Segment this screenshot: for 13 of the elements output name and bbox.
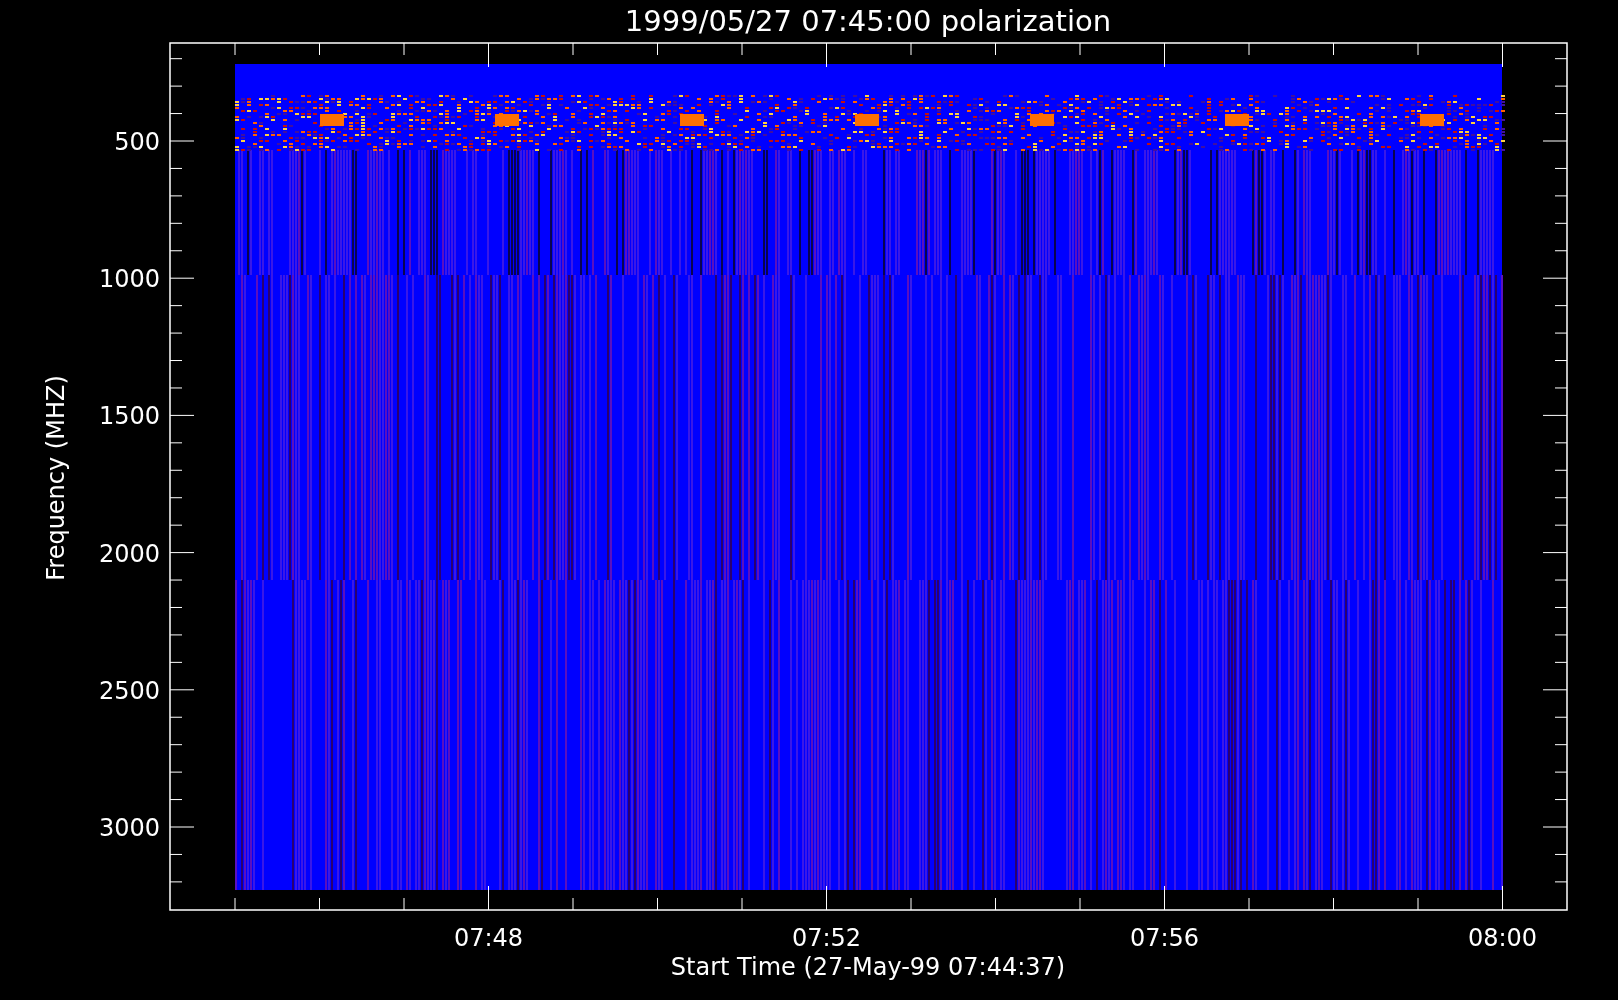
x-tick-label: 07:56 — [1129, 924, 1200, 952]
plot-title: 1999/05/27 07:45:00 polarization — [624, 4, 1112, 38]
x-axis-label: Start Time (27-May-99 07:44:37) — [670, 953, 1066, 981]
y-tick-label: 500 — [114, 128, 160, 156]
y-tick-label: 2500 — [98, 676, 160, 705]
y-tick-label: 1500 — [98, 402, 160, 431]
x-tick-label: 07:48 — [453, 924, 524, 952]
x-tick-label: 08:00 — [1467, 924, 1538, 952]
y-tick-label: 3000 — [98, 814, 160, 842]
x-tick-label: 07:52 — [791, 924, 862, 952]
y-tick-label: 1000 — [98, 265, 160, 294]
y-tick-label: 2000 — [98, 539, 160, 568]
y-axis-label: Frequency (MHZ) — [42, 375, 70, 581]
